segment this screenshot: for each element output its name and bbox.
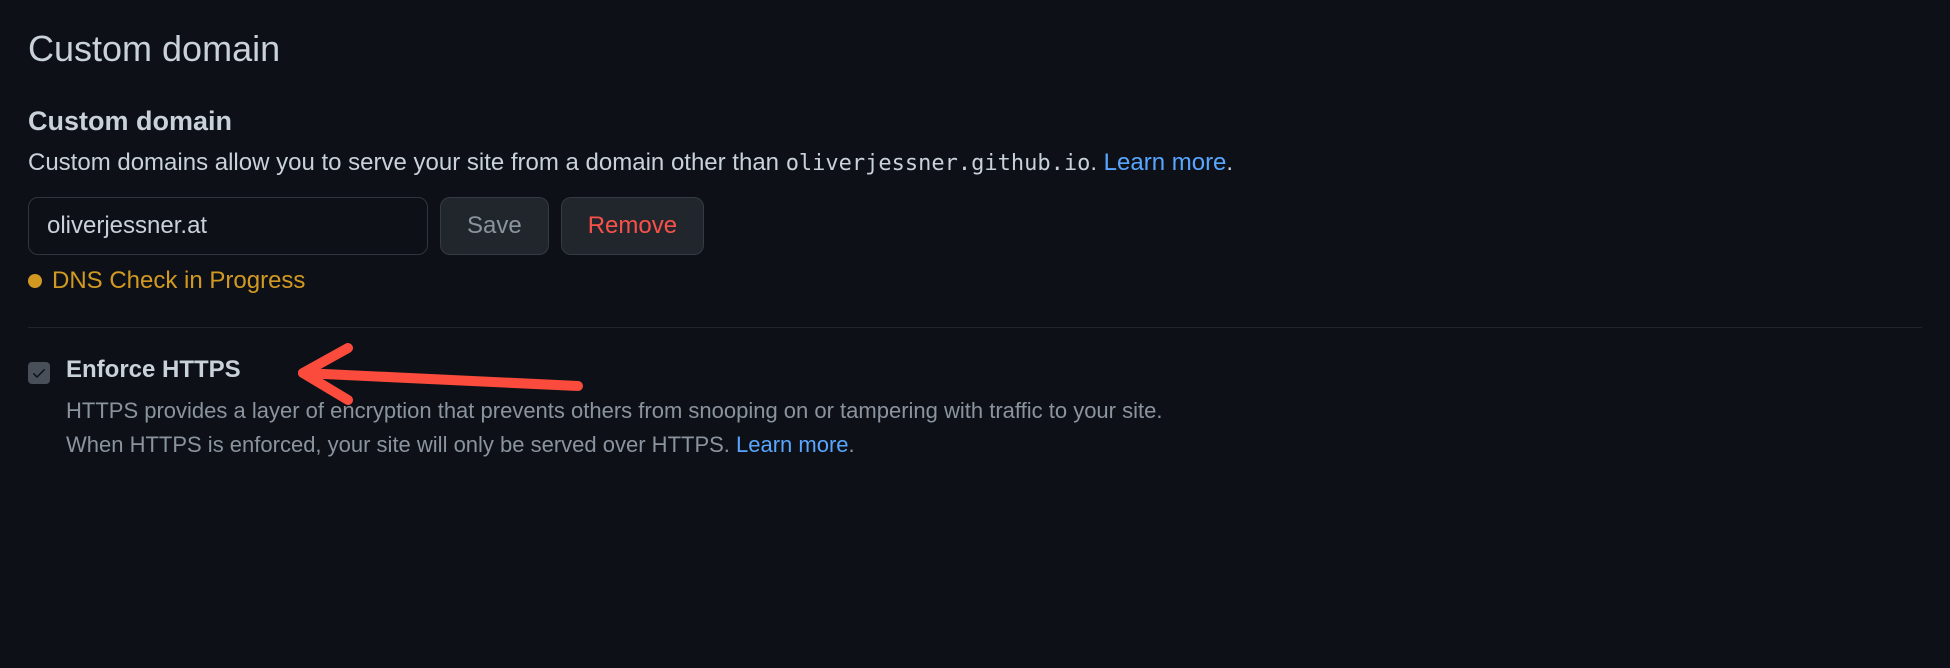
custom-domain-input[interactable] bbox=[28, 197, 428, 255]
checkmark-icon bbox=[31, 365, 47, 381]
divider bbox=[28, 327, 1922, 328]
status-text: DNS Check in Progress bbox=[52, 267, 305, 295]
description-end: . bbox=[1226, 149, 1233, 176]
https-line1: HTTPS provides a layer of encryption tha… bbox=[66, 398, 1162, 423]
remove-button[interactable]: Remove bbox=[561, 197, 704, 255]
https-learn-more-link[interactable]: Learn more bbox=[736, 432, 849, 457]
default-domain: oliverjessner.github.io bbox=[786, 151, 1091, 176]
enforce-https-text: HTTPS provides a layer of encryption tha… bbox=[66, 394, 1922, 462]
sub-title: Custom domain bbox=[28, 106, 1922, 137]
dns-status: DNS Check in Progress bbox=[28, 267, 1922, 295]
description-suffix: . bbox=[1090, 149, 1103, 176]
save-button[interactable]: Save bbox=[440, 197, 549, 255]
enforce-https-title: Enforce HTTPS bbox=[66, 356, 1922, 384]
custom-domain-description: Custom domains allow you to serve your s… bbox=[28, 145, 1922, 181]
https-line2-suffix: . bbox=[849, 432, 855, 457]
status-dot-icon bbox=[28, 274, 42, 288]
enforce-https-checkbox[interactable] bbox=[28, 362, 50, 384]
learn-more-link[interactable]: Learn more bbox=[1104, 149, 1227, 176]
enforce-https-section: Enforce HTTPS HTTPS provides a layer of … bbox=[28, 356, 1922, 462]
section-title: Custom domain bbox=[28, 28, 1922, 70]
domain-input-row: Save Remove bbox=[28, 197, 1922, 255]
description-prefix: Custom domains allow you to serve your s… bbox=[28, 149, 786, 176]
https-line2-prefix: When HTTPS is enforced, your site will o… bbox=[66, 432, 736, 457]
